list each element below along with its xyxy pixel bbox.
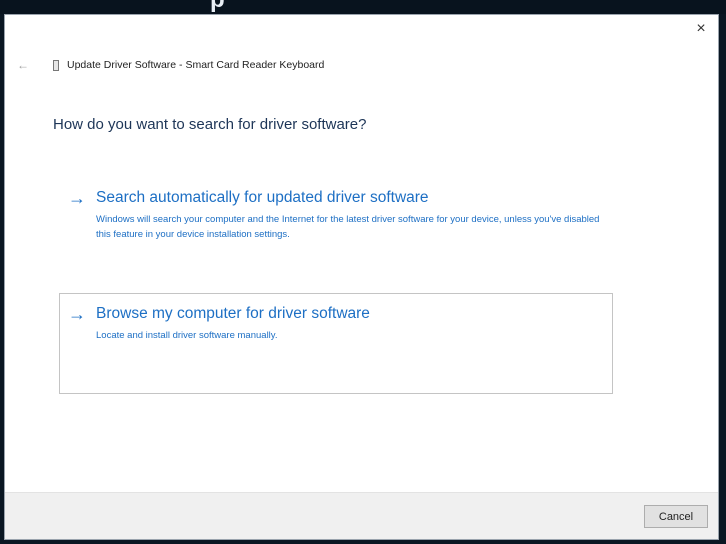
close-icon: × bbox=[696, 20, 706, 37]
option-description: Locate and install driver software manua… bbox=[96, 330, 278, 341]
top-banner: p bbox=[0, 0, 726, 14]
dialog-window: × ← Update Driver Software - Smart Card … bbox=[4, 14, 719, 540]
page-question: How do you want to search for driver sof… bbox=[53, 116, 367, 133]
back-arrow-icon[interactable]: ← bbox=[17, 58, 39, 72]
arrow-right-icon: → bbox=[68, 304, 86, 324]
search-automatically-option[interactable]: → Search automatically for updated drive… bbox=[59, 177, 613, 277]
browse-computer-option[interactable]: → Browse my computer for driver software… bbox=[59, 293, 613, 394]
option-title: Browse my computer for driver software bbox=[96, 305, 370, 322]
option-title: Search automatically for updated driver … bbox=[96, 189, 429, 206]
dialog-title: Update Driver Software - Smart Card Read… bbox=[67, 59, 325, 71]
option-header: → Browse my computer for driver software bbox=[68, 304, 602, 324]
dialog-footer: Cancel bbox=[5, 492, 718, 539]
cancel-button[interactable]: Cancel bbox=[644, 505, 708, 528]
dialog-header: ← Update Driver Software - Smart Card Re… bbox=[17, 57, 324, 73]
option-description: Windows will search your computer and th… bbox=[96, 214, 600, 240]
banner-text: p bbox=[210, 0, 225, 14]
device-icon bbox=[53, 59, 59, 71]
close-button[interactable]: × bbox=[690, 19, 712, 39]
option-header: → Search automatically for updated drive… bbox=[68, 188, 602, 208]
arrow-right-icon: → bbox=[68, 188, 86, 208]
